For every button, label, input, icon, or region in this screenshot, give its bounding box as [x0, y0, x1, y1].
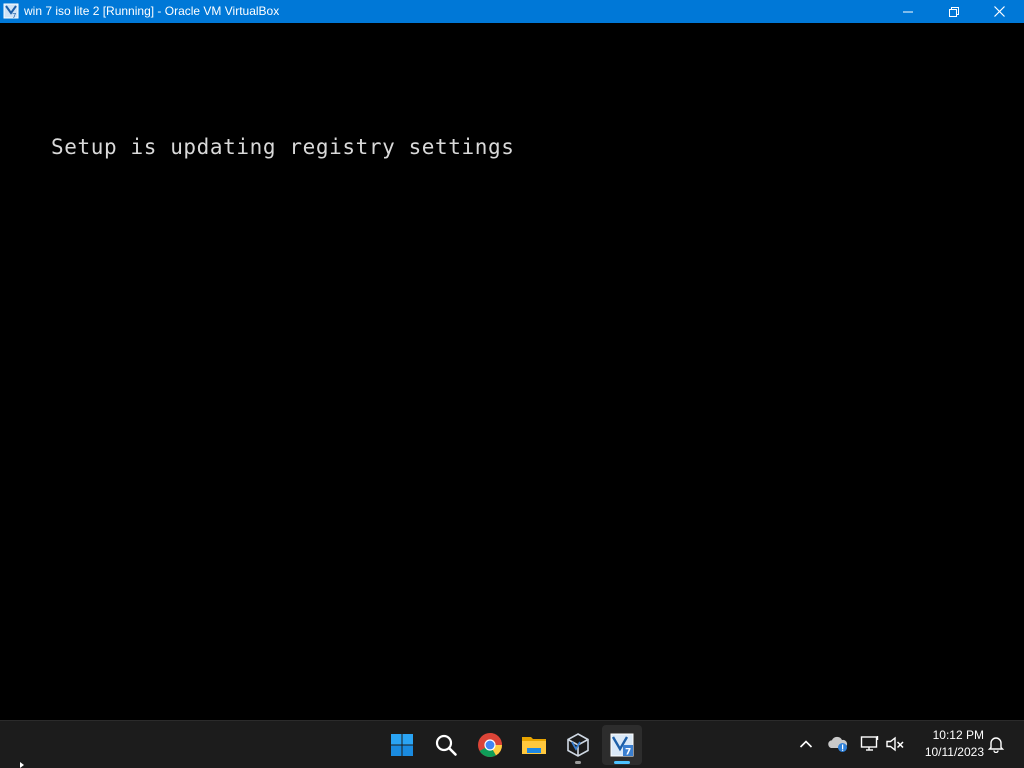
notifications-button[interactable]	[985, 733, 1007, 755]
close-button[interactable]	[976, 0, 1022, 23]
app-active-indicator	[614, 761, 630, 764]
app-open-indicator	[575, 761, 581, 764]
virtualbox-manager-button[interactable]	[558, 725, 598, 765]
volume-tray-button[interactable]	[884, 733, 906, 755]
window-title: win 7 iso lite 2 [Running] - Oracle VM V…	[24, 4, 280, 18]
onedrive-tray-button[interactable]	[827, 733, 849, 755]
clock-time: 10:12 PM	[932, 728, 984, 742]
window-titlebar[interactable]: 7 win 7 iso lite 2 [Running] - Oracle VM…	[0, 0, 1024, 23]
chrome-taskbar-button[interactable]	[470, 725, 510, 765]
taskbar-clock[interactable]: 10:12 PM 10/11/2023	[912, 727, 984, 761]
windows-logo-icon	[391, 734, 413, 756]
mouse-cursor-icon	[20, 762, 24, 768]
start-button[interactable]	[382, 725, 422, 765]
close-icon	[993, 6, 1005, 17]
clock-date: 10/11/2023	[924, 745, 984, 759]
taskbar: 7	[0, 720, 1024, 768]
restore-button[interactable]	[931, 0, 977, 23]
restore-icon	[949, 6, 959, 17]
show-hidden-icons-button[interactable]	[795, 733, 817, 755]
volume-muted-icon	[886, 736, 904, 752]
vm-display[interactable]: Setup is updating registry settings	[0, 23, 1024, 720]
chrome-icon	[478, 733, 502, 758]
svg-text:7: 7	[12, 12, 16, 19]
virtualbox-vm-taskbar-button[interactable]: 7	[602, 725, 642, 765]
notification-bell-icon	[987, 737, 1005, 753]
network-icon	[860, 736, 879, 751]
svg-text:7: 7	[625, 748, 631, 758]
search-button[interactable]	[426, 725, 466, 765]
minimize-icon	[903, 11, 913, 12]
folder-icon	[522, 737, 546, 754]
virtualbox-icon	[567, 733, 589, 757]
vm-window-icon: 7	[610, 733, 634, 758]
search-icon	[435, 734, 457, 756]
virtualbox-vm-icon[interactable]: 7	[3, 3, 19, 20]
network-tray-button[interactable]	[859, 733, 881, 755]
chevron-up-icon	[799, 740, 813, 748]
onedrive-icon	[828, 736, 848, 752]
setup-status-text: Setup is updating registry settings	[51, 135, 515, 159]
file-explorer-button[interactable]	[514, 725, 554, 765]
minimize-button[interactable]	[885, 0, 931, 23]
